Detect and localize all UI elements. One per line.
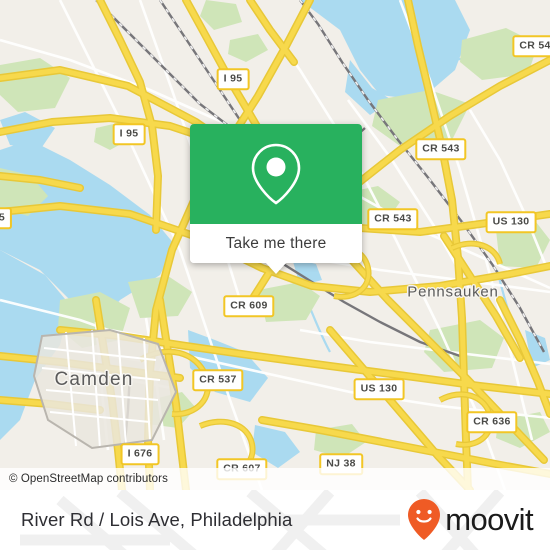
moovit-wordmark: moovit (445, 502, 533, 537)
moovit-pin-smile-icon (408, 499, 441, 540)
stop-title: River Rd / Lois Ave, Philadelphia (21, 490, 292, 550)
moovit-logo[interactable]: moovit (407, 490, 534, 550)
route-shield-us130-b[interactable]: US 130 (353, 378, 405, 400)
route-shield-cr54[interactable]: CR 54 (512, 35, 550, 57)
map-canvas[interactable]: Camden Pennsauken I 95 I 95 CR 54 CR 543… (0, 0, 550, 490)
footer-bar: River Rd / Lois Ave, Philadelphia moovit (0, 490, 550, 550)
destination-popup[interactable]: Take me there (190, 124, 362, 274)
route-shield-i676[interactable]: I 676 (120, 443, 160, 465)
take-me-there-label: Take me there (225, 234, 327, 252)
route-shield-cr636[interactable]: CR 636 (466, 411, 518, 433)
route-shield-i95-a[interactable]: I 95 (216, 68, 250, 90)
route-shield-edge-5[interactable]: 5 (0, 207, 13, 229)
popup-pin-panel (190, 124, 362, 224)
route-shield-cr609[interactable]: CR 609 (223, 295, 275, 317)
map-pin-icon (251, 143, 301, 205)
route-shield-cr543-a[interactable]: CR 543 (415, 138, 467, 160)
stop-title-text: River Rd / Lois Ave, Philadelphia (21, 509, 293, 530)
map-screen: Camden Pennsauken I 95 I 95 CR 54 CR 543… (0, 0, 550, 550)
attribution-text: © OpenStreetMap contributors (9, 473, 168, 485)
route-shield-cr537[interactable]: CR 537 (192, 369, 244, 391)
place-label-pennsauken: Pennsauken (407, 283, 499, 301)
place-label-camden: Camden (54, 369, 134, 390)
popup-tail (265, 262, 287, 274)
route-shield-cr543-b[interactable]: CR 543 (367, 208, 419, 230)
route-shield-us130-a[interactable]: US 130 (485, 211, 537, 233)
map-attribution: © OpenStreetMap contributors (0, 468, 550, 490)
take-me-there-button[interactable]: Take me there (190, 224, 362, 263)
route-shield-i95-b[interactable]: I 95 (112, 123, 146, 145)
